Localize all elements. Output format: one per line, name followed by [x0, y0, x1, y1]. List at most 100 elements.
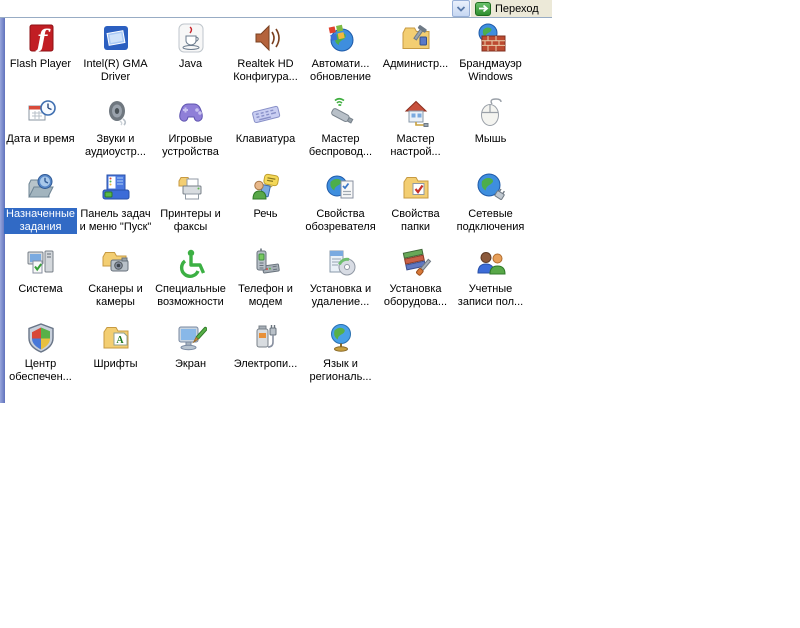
control-panel-icon-grid: f Flash Player Intel(R) GMA Driver Java … [3, 20, 528, 395]
go-arrow-icon [475, 2, 491, 16]
item-label: Электропи... [234, 358, 298, 371]
item-label: Сетевые подключения [457, 208, 525, 234]
mouse-icon [475, 97, 507, 129]
system-icon [25, 247, 57, 279]
cp-item-security-center[interactable]: Центр обеспечен... [3, 320, 78, 395]
cp-item-folder-options[interactable]: Свойства папки [378, 170, 453, 245]
accessibility-wheelchair-icon [175, 247, 207, 279]
cp-item-mouse[interactable]: Мышь [453, 95, 528, 170]
cp-item-speech[interactable]: Речь [228, 170, 303, 245]
cp-item-accessibility[interactable]: Специальные возможности [153, 245, 228, 320]
item-label: Телефон и модем [238, 283, 293, 309]
item-label: Игровые устройства [162, 133, 219, 159]
windows-firewall-icon [475, 22, 507, 54]
cp-item-fonts[interactable]: A Шрифты [78, 320, 153, 395]
go-button[interactable]: Переход [471, 0, 552, 17]
folder-options-icon [400, 172, 432, 204]
cp-item-network-connections[interactable]: Сетевые подключения [453, 170, 528, 245]
wireless-device-icon [325, 97, 357, 129]
item-label: Язык и региональ... [309, 358, 371, 384]
item-label: Свойства обозревателя [305, 208, 375, 234]
item-label: Шрифты [93, 358, 137, 371]
cp-item-internet-options[interactable]: Свойства обозревателя [303, 170, 378, 245]
item-label: Intel(R) GMA Driver [83, 58, 147, 84]
cp-item-flash-player[interactable]: f Flash Player [3, 20, 78, 95]
realtek-hd-speaker-icon [250, 22, 282, 54]
cp-item-wireless-wizard[interactable]: Мастер беспровод... [303, 95, 378, 170]
taskbar-start-menu-icon [100, 172, 132, 204]
sounds-audio-speaker-icon [100, 97, 132, 129]
game-controller-icon [175, 97, 207, 129]
security-center-shield-icon [25, 322, 57, 354]
cp-item-administrative-tools[interactable]: Администр... [378, 20, 453, 95]
user-accounts-icon [475, 247, 507, 279]
cp-item-intel-gma-driver[interactable]: Intel(R) GMA Driver [78, 20, 153, 95]
cp-item-regional-language[interactable]: Язык и региональ... [303, 320, 378, 395]
date-time-icon [25, 97, 57, 129]
cp-item-java[interactable]: Java [153, 20, 228, 95]
item-label: Мастер настрой... [390, 133, 440, 159]
item-label: Специальные возможности [155, 283, 226, 309]
address-toolbar: Переход [0, 0, 800, 17]
network-connections-icon [475, 172, 507, 204]
item-label: Клавиатура [236, 133, 296, 146]
item-label: Речь [253, 208, 277, 221]
cp-item-scanners-cameras[interactable]: Сканеры и камеры [78, 245, 153, 320]
cp-item-automatic-updates[interactable]: Автомати... обновление [303, 20, 378, 95]
speech-icon [250, 172, 282, 204]
item-label: Назначенные задания [4, 208, 77, 234]
item-label: Автомати... обновление [310, 58, 371, 84]
display-icon [175, 322, 207, 354]
administrative-tools-icon [400, 22, 432, 54]
cp-item-printers-faxes[interactable]: Принтеры и факсы [153, 170, 228, 245]
regional-language-globe-icon [325, 322, 357, 354]
cp-item-taskbar-start-menu[interactable]: Панель задач и меню "Пуск" [78, 170, 153, 245]
address-dropdown-button[interactable] [452, 0, 470, 17]
cp-item-windows-firewall[interactable]: Брандмауэр Windows [453, 20, 528, 95]
chevron-down-icon [456, 0, 466, 18]
item-label: Звуки и аудиоустр... [85, 133, 146, 159]
cp-item-system[interactable]: Система [3, 245, 78, 320]
home-network-icon [400, 97, 432, 129]
item-label: Мышь [475, 133, 507, 146]
item-label: Центр обеспечен... [9, 358, 72, 384]
item-label: Панель задач и меню "Пуск" [80, 208, 152, 234]
cp-item-keyboard[interactable]: Клавиатура [228, 95, 303, 170]
item-label: Flash Player [10, 58, 71, 71]
keyboard-icon [250, 97, 282, 129]
printer-icon [175, 172, 207, 204]
item-label: Java [179, 58, 202, 71]
cp-item-sounds-audio[interactable]: Звуки и аудиоустр... [78, 95, 153, 170]
cp-item-display[interactable]: Экран [153, 320, 228, 395]
java-icon [175, 22, 207, 54]
item-label: Установка оборудова... [384, 283, 447, 309]
item-label: Мастер беспровод... [309, 133, 372, 159]
intel-gma-driver-icon [100, 22, 132, 54]
cp-item-realtek-hd[interactable]: Realtek HD Конфигура... [228, 20, 303, 95]
go-button-label: Переход [495, 3, 539, 15]
cp-item-phone-modem[interactable]: Телефон и модем [228, 245, 303, 320]
cp-item-date-time[interactable]: Дата и время [3, 95, 78, 170]
cp-item-game-controllers[interactable]: Игровые устройства [153, 95, 228, 170]
item-label: Учетные записи пол... [458, 283, 523, 309]
power-options-icon [250, 322, 282, 354]
add-hardware-icon [400, 247, 432, 279]
item-label: Администр... [383, 58, 449, 71]
cp-item-add-hardware[interactable]: Установка оборудова... [378, 245, 453, 320]
item-label: Свойства папки [391, 208, 439, 234]
toolbar-divider [0, 17, 552, 18]
item-label: Дата и время [6, 133, 74, 146]
cp-item-user-accounts[interactable]: Учетные записи пол... [453, 245, 528, 320]
svg-text:A: A [116, 335, 124, 346]
item-label: Экран [175, 358, 206, 371]
item-label: Установка и удаление... [310, 283, 371, 309]
item-label: Брандмауэр Windows [459, 58, 522, 84]
cp-item-network-setup-wizard[interactable]: Мастер настрой... [378, 95, 453, 170]
cp-item-power-options[interactable]: Электропи... [228, 320, 303, 395]
scanners-cameras-icon [100, 247, 132, 279]
scheduled-tasks-folder-icon [25, 172, 57, 204]
internet-options-icon [325, 172, 357, 204]
item-label: Realtek HD Конфигура... [233, 58, 298, 84]
cp-item-scheduled-tasks[interactable]: Назначенные задания [3, 170, 78, 245]
cp-item-add-remove-programs[interactable]: Установка и удаление... [303, 245, 378, 320]
